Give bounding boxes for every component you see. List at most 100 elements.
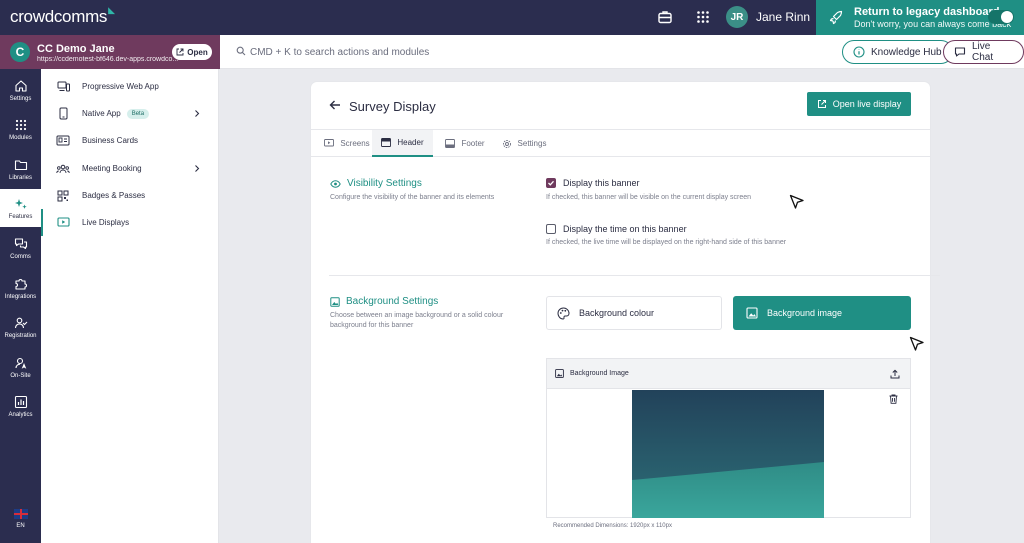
user-check-icon <box>14 316 28 330</box>
background-settings-description: Choose between an image background or a … <box>330 312 504 329</box>
trash-icon[interactable] <box>889 394 898 404</box>
event-name: CC Demo Jane <box>37 43 115 55</box>
chart-icon <box>14 395 28 409</box>
subnav-item-meeting-booking[interactable]: Meeting Booking <box>41 155 219 182</box>
event-selector[interactable]: C CC Demo Jane https://ccdemotest-bf646.… <box>0 35 220 69</box>
top-icons <box>656 8 712 26</box>
sparkle-icon <box>14 197 28 211</box>
section-divider <box>329 275 940 276</box>
display-tabs: Screens Header Footer Settings <box>311 129 930 157</box>
header-layout-icon <box>381 138 392 147</box>
beta-badge: Beta <box>126 108 150 119</box>
logo-mark-icon: ◣ <box>108 5 115 15</box>
card-header: Survey Display Open live display <box>311 82 930 129</box>
avatar: JR <box>726 6 748 28</box>
chat-bubble-icon <box>954 46 966 58</box>
background-image-preview <box>632 390 824 518</box>
subnav-item-live-displays[interactable]: Live Displays <box>41 209 219 236</box>
return-to-legacy-banner[interactable]: Return to legacy dashboard Don't worry, … <box>816 0 1024 35</box>
uk-flag-icon <box>13 509 28 519</box>
user-menu[interactable]: JR Jane Rinn <box>726 6 828 28</box>
qr-code-icon <box>56 190 70 202</box>
primary-nav-rail: Settings Modules Libraries Features Comm… <box>0 69 41 543</box>
search-icon <box>236 46 246 56</box>
rail-item-modules[interactable]: Modules <box>0 110 41 148</box>
image-icon <box>330 296 340 307</box>
rail-item-integrations[interactable]: Integrations <box>0 269 41 307</box>
search-bar: Knowledge Hub Live Chat <box>220 35 1024 69</box>
palette-icon <box>557 306 570 320</box>
background-image-panel: Background Image <box>546 358 911 518</box>
recommended-dimensions: Recommended Dimensions: 1920px x 110px <box>553 523 672 529</box>
knowledge-hub-button[interactable]: Knowledge Hub <box>842 40 953 64</box>
display-banner-option[interactable]: Display this banner <box>546 178 640 188</box>
id-card-icon <box>56 135 70 146</box>
chevron-right-icon <box>193 164 201 173</box>
monitor-play-icon <box>324 139 335 148</box>
rail-item-features[interactable]: Features <box>0 189 41 227</box>
rail-item-on-site[interactable]: On-Site <box>0 348 41 386</box>
chat-icon <box>14 237 28 251</box>
external-link-icon <box>817 99 827 109</box>
display-time-option[interactable]: Display the time on this banner <box>546 224 687 234</box>
rail-item-analytics[interactable]: Analytics <box>0 387 41 425</box>
crowdcomms-logo[interactable]: crowdcomms ◣ <box>10 5 115 27</box>
language-selector[interactable]: EN <box>0 509 41 529</box>
briefcase-icon[interactable] <box>656 8 674 26</box>
phone-icon <box>56 107 70 120</box>
subnav-item-native-app[interactable]: Native App Beta <box>41 100 219 127</box>
tab-screens[interactable]: Screens <box>321 130 373 157</box>
background-image-panel-header: Background Image <box>547 359 910 389</box>
tab-footer[interactable]: Footer <box>443 130 487 157</box>
apps-grid-icon[interactable] <box>694 8 712 26</box>
rail-item-settings[interactable]: Settings <box>0 71 41 109</box>
visibility-settings-description: Configure the visibility of the banner a… <box>330 194 495 201</box>
mouse-cursor-icon <box>909 336 925 352</box>
subnav-item-badges-passes[interactable]: Badges & Passes <box>41 182 219 209</box>
upload-icon[interactable] <box>890 369 900 379</box>
people-icon <box>56 164 70 174</box>
arrow-left-icon[interactable] <box>329 99 341 111</box>
display-time-help: If checked, the live time will be displa… <box>546 239 787 246</box>
subnav-item-business-cards[interactable]: Business Cards <box>41 127 219 154</box>
background-image-option[interactable]: Background image <box>733 296 911 330</box>
event-url: https://ccdemotest-bf646.dev-apps.crowdc… <box>37 56 179 63</box>
eye-icon <box>330 179 341 188</box>
tab-header[interactable]: Header <box>372 130 433 157</box>
search-input[interactable] <box>250 44 650 60</box>
image-icon <box>555 369 564 378</box>
visibility-settings-title: Visibility Settings <box>330 178 422 189</box>
mouse-cursor-icon <box>789 194 805 210</box>
open-live-display-button[interactable]: Open live display <box>807 92 911 116</box>
chevron-right-icon <box>193 109 201 118</box>
survey-display-card: Survey Display Open live display Screens… <box>311 82 940 543</box>
rocket-icon <box>828 10 844 26</box>
home-icon <box>14 79 28 93</box>
gear-icon <box>502 139 512 149</box>
features-subnav: Progressive Web App Native App Beta Busi… <box>41 69 219 543</box>
devices-icon <box>56 81 70 92</box>
display-time-checkbox[interactable] <box>546 224 556 234</box>
background-colour-option[interactable]: Background colour <box>546 296 722 330</box>
play-screen-icon <box>56 217 70 228</box>
page-title: Survey Display <box>349 99 436 114</box>
external-link-icon <box>176 48 184 56</box>
display-banner-checkbox[interactable] <box>546 178 556 188</box>
legacy-toggle[interactable] <box>988 10 1014 24</box>
footer-layout-icon <box>445 139 456 148</box>
rail-item-comms[interactable]: Comms <box>0 229 41 267</box>
live-chat-button[interactable]: Live Chat <box>943 40 1024 64</box>
tab-settings[interactable]: Settings <box>501 130 547 157</box>
rail-item-libraries[interactable]: Libraries <box>0 150 41 188</box>
grid-icon <box>14 118 28 132</box>
info-icon <box>853 46 865 58</box>
user-name: Jane Rinn <box>756 10 811 24</box>
rail-item-registration[interactable]: Registration <box>0 308 41 346</box>
subnav-item-progressive-web-app[interactable]: Progressive Web App <box>41 73 219 100</box>
top-bar: crowdcomms ◣ JR Jane Rinn Return to legac… <box>0 0 1024 35</box>
puzzle-icon <box>14 277 28 291</box>
badge-icon <box>14 356 28 370</box>
event-logo: C <box>10 42 30 62</box>
image-icon <box>746 307 758 319</box>
open-event-button[interactable]: Open <box>172 44 212 60</box>
